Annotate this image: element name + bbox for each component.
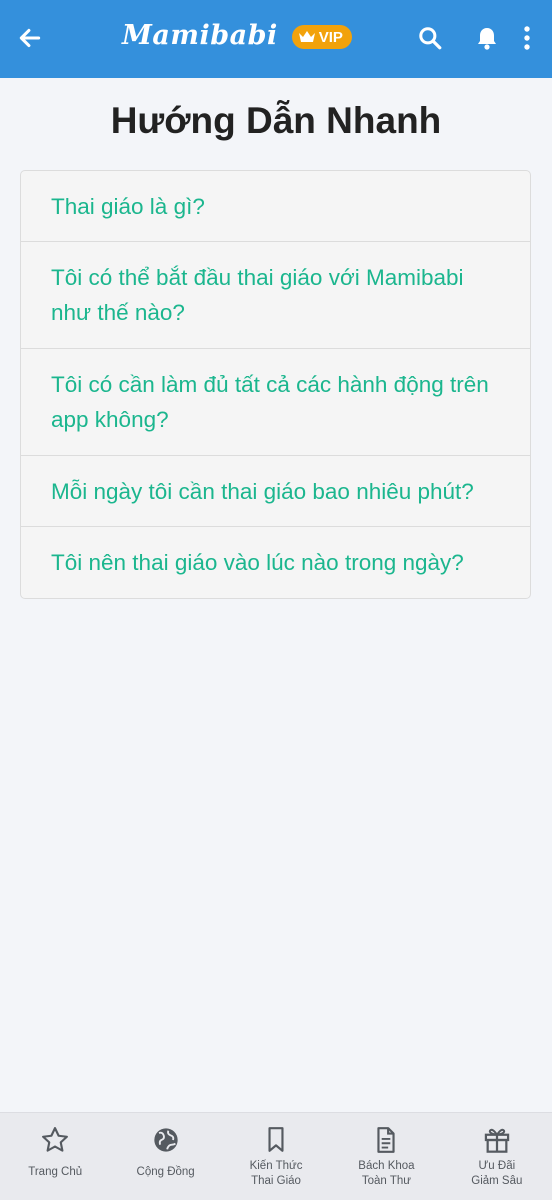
document-icon — [373, 1125, 399, 1155]
search-button[interactable] — [414, 22, 446, 54]
more-vertical-icon — [524, 26, 530, 50]
brand: Mamibabi VIP — [122, 20, 352, 51]
tab-bach-khoa-toan-thu[interactable]: Bách Khoa Toàn Thư — [331, 1113, 441, 1200]
back-arrow-icon — [19, 28, 41, 48]
back-button[interactable] — [14, 22, 46, 54]
crown-icon — [298, 30, 316, 44]
gift-icon — [483, 1125, 511, 1155]
faq-question: Thai giáo là gì? — [51, 193, 205, 219]
faq-question: Tôi có thể bắt đầu thai giáo với Mamibab… — [51, 265, 464, 325]
tab-label: Ưu Đãi Giảm Sâu — [471, 1160, 523, 1187]
app-bar: Mamibabi VIP — [0, 0, 552, 78]
vip-label: VIP — [318, 28, 343, 46]
faq-list: Thai giáo là gì? Tôi có thể bắt đầu thai… — [20, 170, 531, 599]
star-icon — [40, 1125, 70, 1155]
tab-label: Cộng Đồng — [136, 1166, 195, 1178]
bell-icon — [478, 28, 496, 50]
globe-icon — [152, 1125, 180, 1155]
tab-uu-dai-giam-sau[interactable]: Ưu Đãi Giảm Sâu — [442, 1113, 552, 1200]
tab-kien-thuc-thai-giao[interactable]: Kiến Thức Thai Giáo — [221, 1113, 331, 1200]
notification-button[interactable] — [471, 22, 503, 54]
faq-item[interactable]: Tôi nên thai giáo vào lúc nào trong ngày… — [21, 527, 530, 598]
tab-label: Trang Chủ — [28, 1166, 83, 1178]
app-logo: Mamibabi — [122, 20, 278, 51]
search-icon — [419, 27, 442, 50]
faq-question: Tôi nên thai giáo vào lúc nào trong ngày… — [51, 550, 464, 575]
tab-label: Bách Khoa Toàn Thư — [358, 1160, 415, 1187]
faq-question: Mỗi ngày tôi cần thai giáo bao nhiêu phú… — [51, 478, 474, 504]
faq-item[interactable]: Tôi có cần làm đủ tất cả các hành động t… — [21, 349, 530, 456]
tab-cong-dong[interactable]: Cộng Đồng — [110, 1113, 220, 1200]
tab-label: Kiến Thức Thai Giáo — [249, 1160, 303, 1187]
faq-item[interactable]: Tôi có thể bắt đầu thai giáo với Mamibab… — [21, 242, 530, 349]
faq-item[interactable]: Mỗi ngày tôi cần thai giáo bao nhiêu phú… — [21, 456, 530, 527]
more-menu-button[interactable] — [512, 22, 542, 54]
faq-item[interactable]: Thai giáo là gì? — [21, 171, 530, 242]
tab-trang-chu[interactable]: Trang Chủ — [0, 1113, 110, 1200]
vip-badge[interactable]: VIP — [291, 25, 352, 49]
faq-question: Tôi có cần làm đủ tất cả các hành động t… — [51, 372, 489, 432]
bottom-tab-bar: Trang Chủ Cộng Đồng Kiến Thức Thai Giáo … — [0, 1112, 552, 1200]
bookmark-icon — [263, 1125, 289, 1155]
page-title: Hướng Dẫn Nhanh — [110, 100, 442, 141]
